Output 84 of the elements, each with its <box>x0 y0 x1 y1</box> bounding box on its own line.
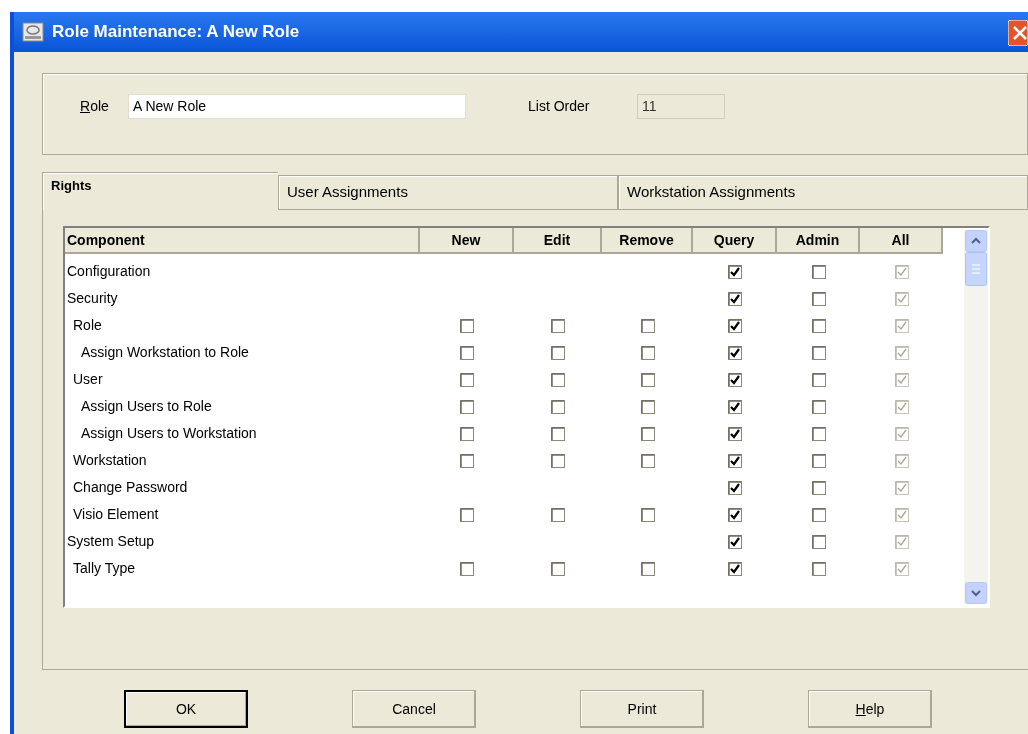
dialog-button[interactable]: Print <box>580 690 704 728</box>
checkbox[interactable] <box>640 507 655 522</box>
component-name: Tally Type <box>72 559 136 578</box>
component-name: Change Password <box>72 478 189 497</box>
checkbox[interactable] <box>551 426 565 441</box>
checkbox[interactable] <box>460 345 474 360</box>
checkbox[interactable] <box>811 426 826 441</box>
checkbox[interactable] <box>728 345 742 360</box>
list-order-label: List Order <box>528 96 591 116</box>
close-icon[interactable] <box>1008 20 1028 46</box>
checkbox[interactable] <box>811 453 826 468</box>
checkbox[interactable] <box>551 453 565 468</box>
tab[interactable]: User Assignments <box>278 175 618 210</box>
checkbox[interactable] <box>811 534 826 549</box>
component-name: Visio Element <box>72 505 160 524</box>
column-header[interactable]: Query <box>693 228 777 254</box>
checkbox[interactable] <box>640 453 655 468</box>
checkbox[interactable] <box>551 345 565 360</box>
checkbox[interactable] <box>728 561 742 576</box>
checkbox[interactable] <box>728 453 742 468</box>
checkbox[interactable] <box>551 318 565 333</box>
checkbox[interactable] <box>640 372 655 387</box>
checkbox[interactable] <box>811 345 826 360</box>
checkbox[interactable] <box>640 399 655 414</box>
checkbox[interactable] <box>728 291 742 306</box>
scroll-down-icon[interactable] <box>965 582 987 604</box>
checkbox[interactable] <box>551 399 565 414</box>
dialog-button[interactable]: OK <box>124 690 248 728</box>
component-name: User <box>72 370 104 389</box>
checkbox[interactable] <box>640 318 655 333</box>
checkbox[interactable] <box>728 318 742 333</box>
column-header[interactable]: Edit <box>514 228 602 254</box>
checkbox[interactable] <box>551 507 565 522</box>
checkbox[interactable] <box>811 507 826 522</box>
checkbox[interactable] <box>640 426 655 441</box>
component-name: Assign Users to Workstation <box>80 424 258 443</box>
component-name: Configuration <box>66 262 152 281</box>
checkbox[interactable] <box>811 318 826 333</box>
scrollbar[interactable] <box>964 230 988 604</box>
component-name: Security <box>66 289 119 308</box>
window-title: Role Maintenance: A New Role <box>52 21 300 44</box>
component-name: Assign Workstation to Role <box>80 343 250 362</box>
checkbox[interactable] <box>460 318 474 333</box>
checkbox[interactable] <box>460 561 474 576</box>
component-name: Role <box>72 316 103 335</box>
role-label: Role <box>80 96 110 116</box>
checkbox[interactable] <box>728 264 742 279</box>
dialog-button[interactable]: Cancel <box>352 690 476 728</box>
checkbox[interactable] <box>811 264 826 279</box>
dialog-button[interactable]: Help <box>808 690 932 728</box>
checkbox[interactable] <box>728 480 742 495</box>
column-header[interactable]: Remove <box>602 228 693 254</box>
checkbox[interactable] <box>811 480 826 495</box>
app-icon <box>22 22 44 42</box>
component-name: Workstation <box>72 451 148 470</box>
checkbox[interactable] <box>640 561 655 576</box>
scroll-up-icon[interactable] <box>965 230 987 252</box>
checkbox[interactable] <box>460 507 474 522</box>
tab[interactable]: Rights <box>42 172 278 210</box>
checkbox[interactable] <box>551 561 565 576</box>
checkbox[interactable] <box>811 291 826 306</box>
checkbox[interactable] <box>551 372 565 387</box>
checkbox[interactable] <box>728 399 742 414</box>
checkbox[interactable] <box>811 561 826 576</box>
checkbox[interactable] <box>811 399 826 414</box>
role-field[interactable]: A New Role <box>128 93 466 119</box>
column-header[interactable]: Admin <box>777 228 860 254</box>
scroll-thumb[interactable] <box>965 252 987 286</box>
tab[interactable]: Workstation Assignments <box>618 175 1028 210</box>
column-header[interactable]: New <box>420 228 514 254</box>
checkbox[interactable] <box>728 372 742 387</box>
checkbox[interactable] <box>728 534 742 549</box>
component-name: System Setup <box>66 532 156 551</box>
checkbox[interactable] <box>728 507 742 522</box>
checkbox[interactable] <box>460 372 474 387</box>
column-header[interactable]: All <box>860 228 943 254</box>
checkbox[interactable] <box>811 372 826 387</box>
checkbox[interactable] <box>460 453 474 468</box>
checkbox[interactable] <box>728 426 742 441</box>
checkbox[interactable] <box>460 426 474 441</box>
checkbox[interactable] <box>460 399 474 414</box>
column-header[interactable]: Component <box>65 228 420 254</box>
checkbox[interactable] <box>640 345 655 360</box>
component-name: Assign Users to Role <box>80 397 213 416</box>
